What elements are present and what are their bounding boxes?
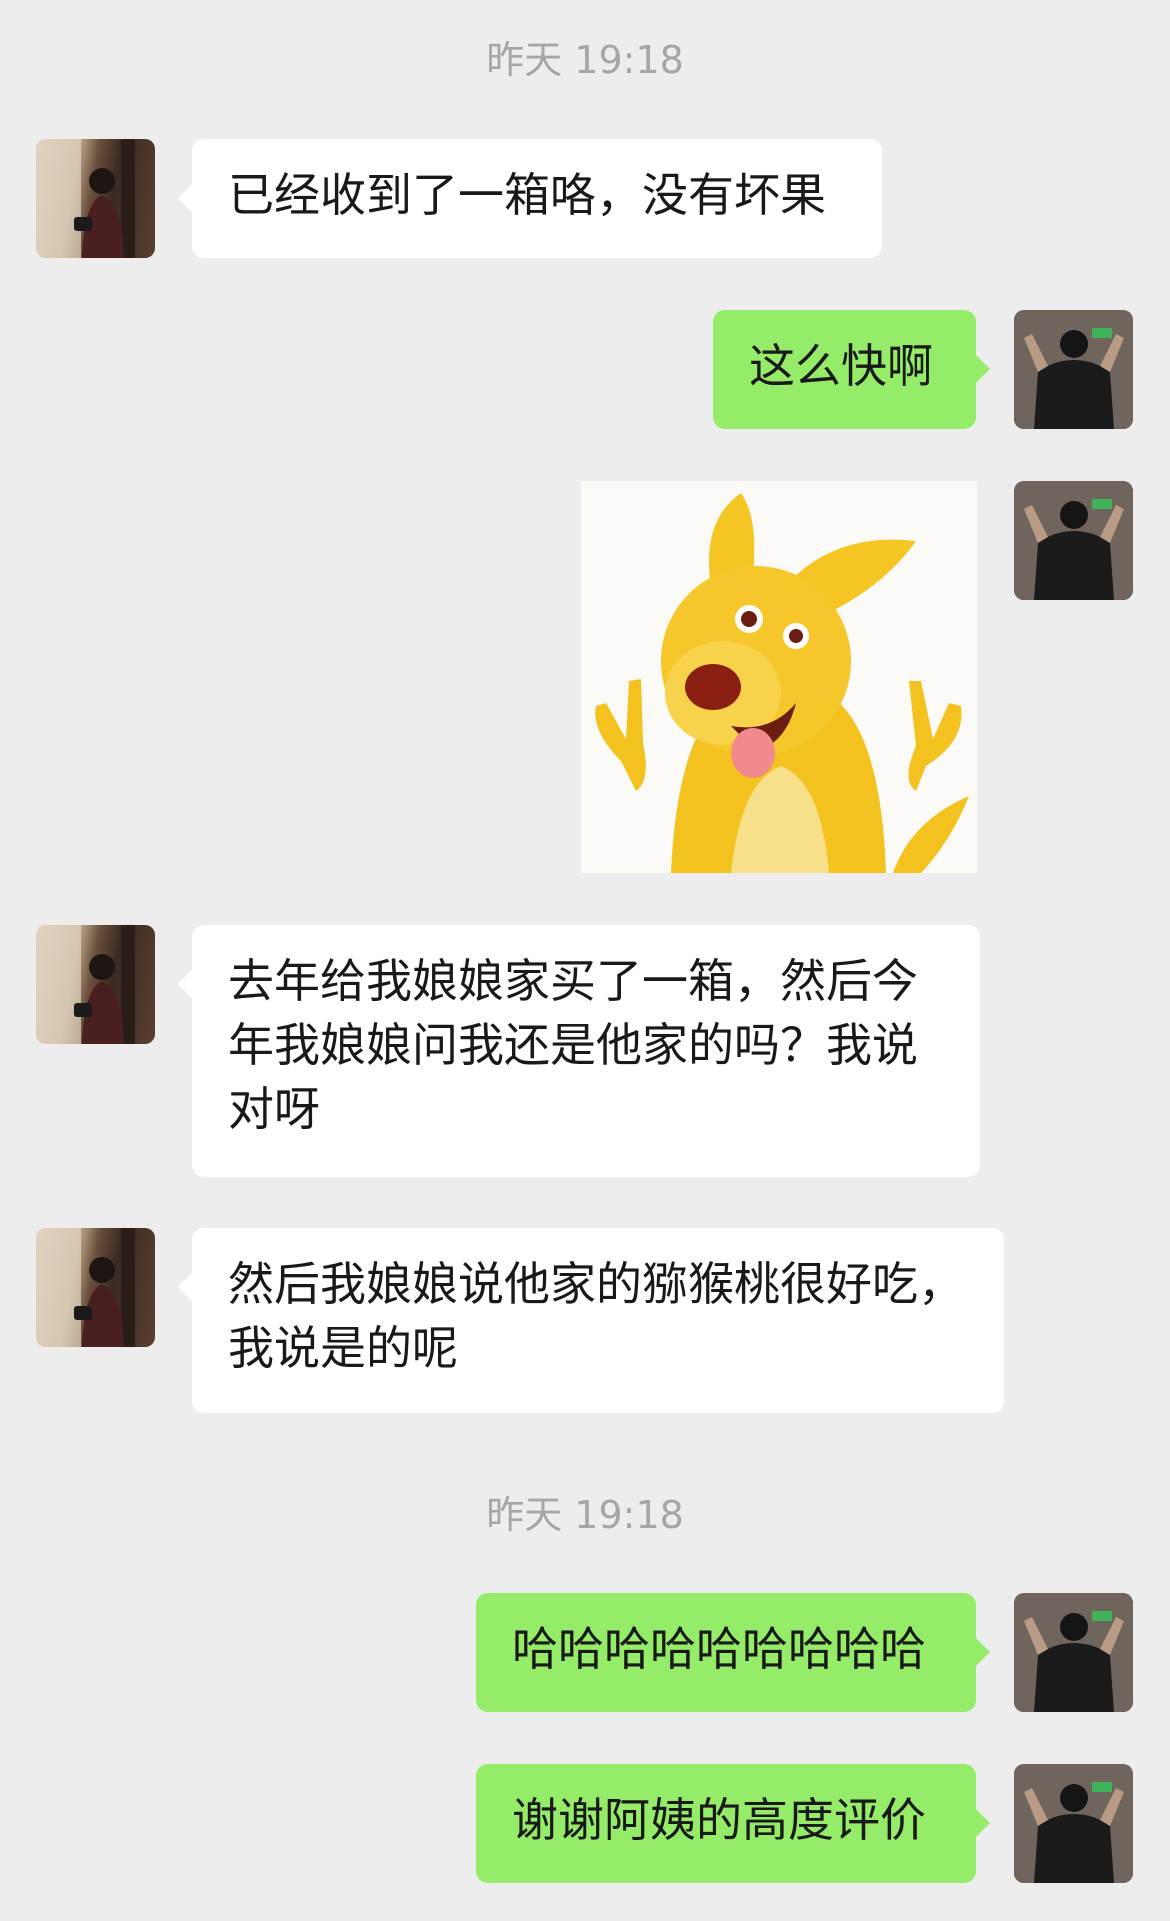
message-bubble[interactable]: 去年给我娘娘家买了一箱，然后今年我娘娘问我还是他家的吗？我说对呀 xyxy=(178,925,980,1177)
my-avatar[interactable] xyxy=(1014,1764,1133,1883)
timestamp: 昨天 19:18 xyxy=(486,38,684,82)
my-avatar[interactable] xyxy=(1014,481,1133,600)
kangaroo-sticker-image[interactable] xyxy=(581,481,977,873)
contact-avatar[interactable] xyxy=(36,925,155,1044)
message-text: 这么快啊 xyxy=(749,339,933,393)
message-text: 谢谢阿姨的高度评价 xyxy=(512,1793,926,1847)
message-bubble[interactable]: 已经收到了一箱咯，没有坏果 xyxy=(178,139,882,258)
message-text: 哈哈哈哈哈哈哈哈哈 xyxy=(512,1622,926,1676)
message-bubble[interactable]: 这么快啊 xyxy=(713,310,990,429)
my-avatar[interactable] xyxy=(1014,1593,1133,1712)
contact-avatar[interactable] xyxy=(36,1228,155,1347)
message-bubble[interactable]: 哈哈哈哈哈哈哈哈哈 xyxy=(476,1593,990,1712)
message-text: 已经收到了一箱咯，没有坏果 xyxy=(228,168,826,222)
message-bubble[interactable]: 然后我娘娘说他家的猕猴桃很好吃，我说是的呢 xyxy=(178,1228,1004,1413)
timestamp: 昨天 19:18 xyxy=(486,1493,684,1537)
message-text: 去年给我娘娘家买了一箱，然后今年我娘娘问我还是他家的吗？我说对呀 xyxy=(228,954,918,1136)
message-text: 然后我娘娘说他家的猕猴桃很好吃，我说是的呢 xyxy=(228,1257,964,1375)
contact-avatar[interactable] xyxy=(36,139,155,258)
my-avatar[interactable] xyxy=(1014,310,1133,429)
message-bubble[interactable]: 谢谢阿姨的高度评价 xyxy=(476,1764,990,1883)
